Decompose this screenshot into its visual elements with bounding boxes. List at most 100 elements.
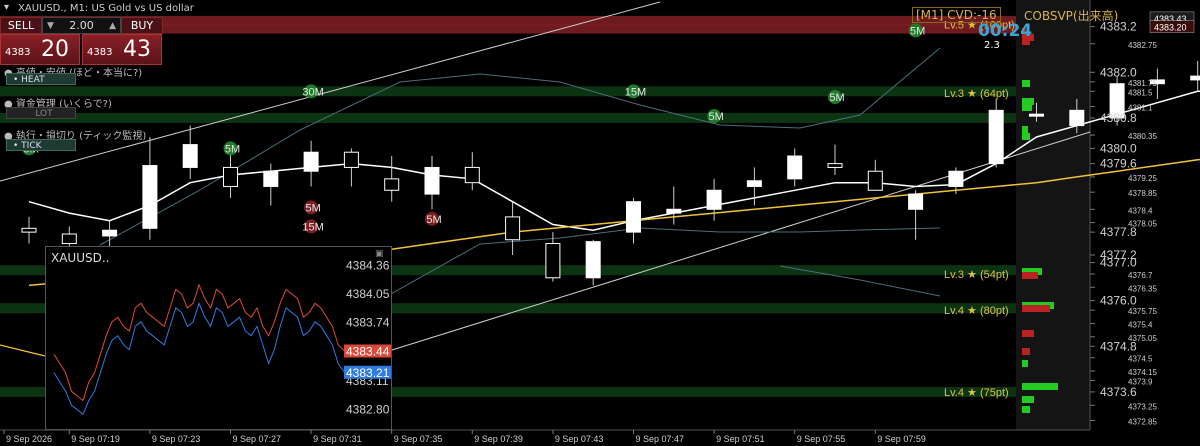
price-tick-label: 4380.8 (1100, 111, 1137, 125)
lot-size-input[interactable]: ▼ 2.00 ▲ (42, 17, 121, 34)
candle-timer: 00:24 (978, 21, 1033, 41)
timeframe-marker-label: 5M (305, 202, 320, 214)
volume-profile-bar (1022, 305, 1050, 312)
time-tick-label: 9 Sep 07:27 (233, 434, 282, 444)
price-tick-label: 4382.75 (1128, 41, 1157, 50)
volume-profile-bar (1022, 360, 1028, 367)
price-tick-label: 4382.0 (1100, 65, 1137, 79)
candle-body (61, 233, 77, 245)
lot-button[interactable]: LOT (6, 107, 76, 119)
candle-body (424, 166, 440, 195)
candle-body (545, 243, 561, 279)
candle-body (626, 201, 641, 233)
candle-body (908, 193, 924, 210)
time-tick-label: 9 Sep 07:35 (394, 434, 443, 444)
candle-body (464, 166, 480, 184)
timeframe-marker-label: 5M (829, 92, 844, 104)
volume-profile-bar (1022, 406, 1030, 413)
bid-price-pips: 20 (41, 37, 69, 62)
ask-price-pips: 43 (123, 37, 151, 62)
bid-price-button[interactable]: 4383 20 (0, 34, 80, 65)
volume-profile-bar (1022, 396, 1034, 403)
price-tick-label: 4376.0 (1100, 294, 1137, 308)
volume-profile-bar (1022, 126, 1028, 133)
tick-chart-axis-label: 4384.36 (346, 258, 390, 272)
price-tick-label: 4379.6 (1100, 157, 1137, 171)
time-tick-label: 9 Sep 07:19 (71, 434, 120, 444)
candle-body (263, 170, 279, 187)
candle-body (666, 208, 682, 214)
ask-price-button[interactable]: 4383 43 (82, 34, 162, 65)
price-tick-label: 4378.85 (1128, 189, 1157, 198)
tick-chart-axis-label: 4383.74 (346, 316, 390, 330)
moving-average-left-segment (0, 344, 46, 357)
price-tick-label: 4380.0 (1100, 141, 1137, 155)
price-tick-label: 4376.7 (1128, 271, 1153, 280)
candle-body (988, 109, 1004, 165)
timeframe-marker-label: 5M (225, 143, 240, 155)
volume-profile-bar (1022, 104, 1032, 111)
volume-profile-bar (1022, 272, 1038, 279)
ask-price-tag-label: 4383.44 (346, 344, 390, 358)
tick-chart-axis-label: 4384.05 (346, 287, 390, 301)
buy-button[interactable]: BUY (121, 17, 163, 34)
candle-body (142, 165, 158, 229)
volume-profile-bar (1022, 330, 1034, 337)
candle-body (948, 170, 964, 187)
level-label: Lv.4 ★ (75pt) (944, 387, 1009, 399)
timeframe-marker-label: 15M (302, 221, 323, 233)
timeframe-marker-label: 5M (910, 25, 925, 37)
heat-button[interactable]: • HEAT (6, 73, 76, 85)
time-tick-label: 9 Sep 07:31 (313, 434, 362, 444)
tick-chart-scroll-icon[interactable]: ▣ (375, 249, 384, 259)
tick-chart-axis-label: 4382.80 (346, 403, 390, 417)
price-tick-label: 4372.85 (1128, 417, 1157, 426)
lot-decrease-icon[interactable]: ▼ (47, 21, 54, 31)
candle-body (343, 151, 359, 168)
bid-tick-line (53, 301, 345, 416)
time-tick-label: 9 Sep 07:51 (716, 434, 765, 444)
time-tick-label: 9 Sep 2026 (6, 434, 52, 444)
price-tick-label: 4381.75 (1128, 79, 1157, 88)
volume-profile-bar (1022, 98, 1034, 105)
candle-body (1029, 113, 1044, 117)
price-tick-label: 4373.6 (1100, 385, 1137, 399)
price-tick-label: 4374.5 (1128, 355, 1153, 364)
symbol-menu-icon[interactable]: ▾ (4, 2, 9, 13)
candle-body (746, 180, 762, 187)
level-zone-band (0, 112, 1016, 123)
candle-body (585, 241, 601, 279)
candle-body (21, 227, 37, 233)
candle-body (505, 216, 521, 241)
price-tick-label: 4374.15 (1128, 368, 1157, 377)
candle-body (787, 155, 803, 180)
volume-profile-bar (1022, 383, 1058, 390)
candle-body (102, 229, 118, 237)
tick-button[interactable]: • TICK (6, 139, 76, 151)
volume-profile-bar (1022, 348, 1030, 355)
sell-button[interactable]: SELL (0, 17, 42, 34)
candle-body (1190, 75, 1200, 81)
spread-value: 2.3 (984, 40, 1000, 51)
tick-chart-window[interactable]: 4384.364384.054383.744383.424383.114382.… (45, 246, 392, 430)
cobsvp-label: COBSVP(出来高) (1024, 9, 1119, 23)
price-tick-label: 4374.8 (1100, 339, 1137, 353)
price-tick-label: 4381.5 (1128, 88, 1153, 97)
lot-size-value: 2.00 (69, 19, 94, 32)
one-click-trade-panel: SELL ▼ 2.00 ▲ BUY 4383 20 4383 43 (0, 17, 163, 65)
price-tick-label: 4378.4 (1128, 206, 1153, 215)
lot-increase-icon[interactable]: ▲ (109, 21, 116, 31)
timeframe-marker-label: 30M (302, 86, 323, 98)
candle-body (827, 163, 843, 168)
candle-body (706, 189, 722, 210)
time-tick-label: 9 Sep 07:43 (555, 434, 604, 444)
candle-body (182, 144, 198, 168)
level-label: Lv.3 ★ (64pt) (944, 88, 1009, 100)
time-tick-label: 9 Sep 07:55 (797, 434, 846, 444)
candle-body (223, 166, 238, 187)
candle-body (303, 151, 319, 172)
timeframe-marker-label: 5M (708, 111, 723, 123)
channel-lower-line (391, 131, 1091, 351)
price-tick-label: 4375.4 (1128, 320, 1153, 329)
price-tick-label: 4379.25 (1128, 174, 1157, 183)
